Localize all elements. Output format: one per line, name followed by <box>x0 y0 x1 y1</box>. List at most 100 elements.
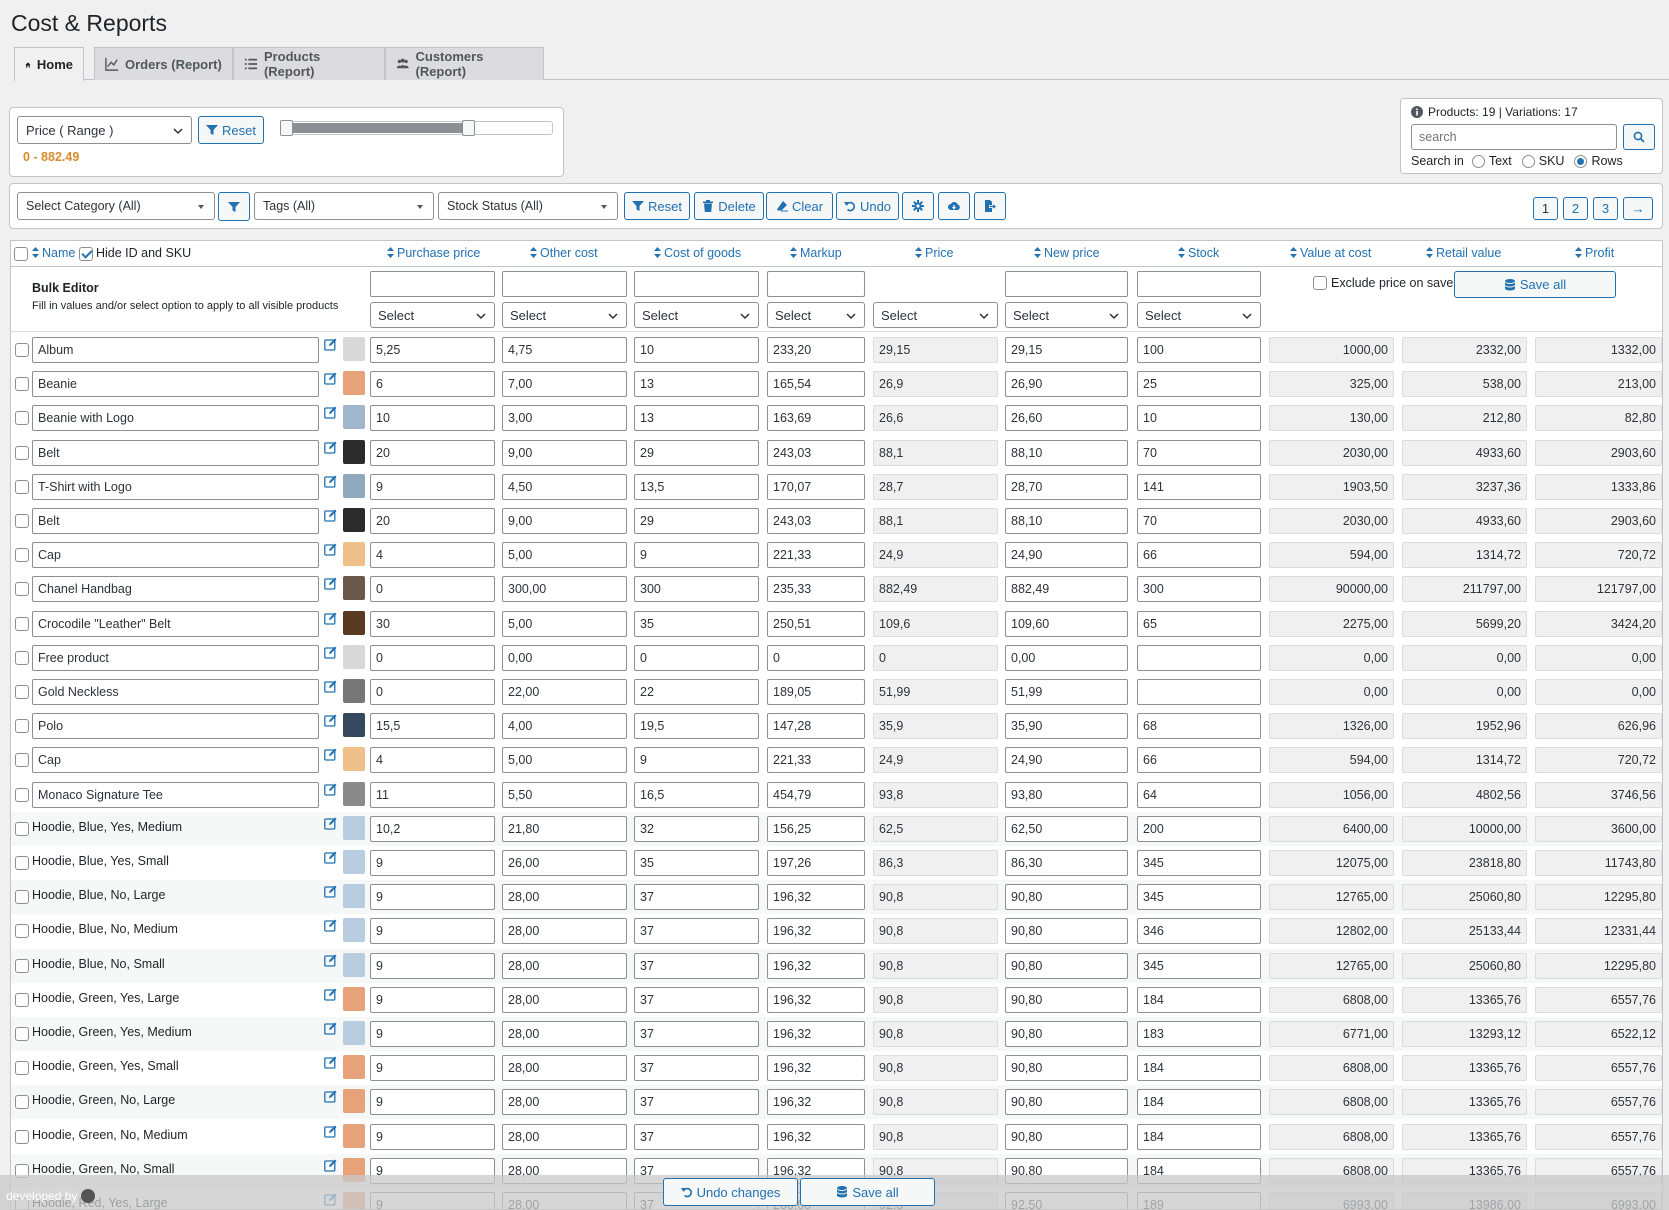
product-name[interactable]: Cap <box>32 542 319 569</box>
purchase-price-input[interactable]: 4 <box>370 542 495 569</box>
stock-input[interactable]: 70 <box>1137 439 1261 466</box>
row-checkbox[interactable] <box>15 1027 29 1041</box>
markup-input[interactable]: 196,32 <box>767 1089 865 1116</box>
stock-input[interactable]: 66 <box>1137 542 1261 569</box>
next-page-button[interactable]: → <box>1623 197 1653 220</box>
row-checkbox[interactable] <box>15 514 29 528</box>
other-cost-input[interactable]: 26,00 <box>502 850 627 876</box>
stock-input[interactable]: 345 <box>1137 850 1261 876</box>
other-cost-input[interactable]: 9,00 <box>502 439 627 466</box>
col-new-price-header[interactable]: New price <box>1034 246 1100 260</box>
apply-filter-button[interactable] <box>218 192 250 221</box>
cost-of-goods-input[interactable]: 13 <box>634 371 759 398</box>
cost-of-goods-input[interactable]: 0 <box>634 644 759 671</box>
cost-of-goods-input[interactable]: 9 <box>634 542 759 569</box>
bulk-other-cost-input[interactable] <box>502 271 627 297</box>
cost-of-goods-input[interactable]: 300 <box>634 576 759 603</box>
price-reset-button[interactable]: Reset <box>198 116 264 144</box>
other-cost-input[interactable]: 4,75 <box>502 337 627 363</box>
purchase-price-input[interactable]: 4 <box>370 747 495 774</box>
edit-icon[interactable] <box>324 406 337 420</box>
other-cost-input[interactable]: 28,00 <box>502 884 627 911</box>
stock-input[interactable]: 25 <box>1137 371 1261 398</box>
row-checkbox[interactable] <box>15 548 29 563</box>
col-markup-header[interactable]: Markup <box>790 246 842 260</box>
col-cost-of-goods-header[interactable]: Cost of goods <box>654 246 741 260</box>
product-name[interactable]: Album <box>32 337 319 363</box>
tab-orders-report[interactable]: Orders (Report) <box>94 47 233 80</box>
page-2-button[interactable]: 2 <box>1563 197 1588 220</box>
markup-input[interactable]: 196,32 <box>767 1021 865 1047</box>
purchase-price-input[interactable]: 10,2 <box>370 815 495 842</box>
hide-id-sku-checkbox[interactable] <box>79 247 93 261</box>
stock-input[interactable]: 10 <box>1137 405 1261 432</box>
row-checkbox[interactable] <box>15 582 29 597</box>
edit-icon[interactable] <box>324 988 337 1001</box>
stock-input[interactable]: 346 <box>1137 918 1261 945</box>
product-name[interactable]: Belt <box>32 508 319 534</box>
stock-input[interactable]: 300 <box>1137 576 1261 603</box>
other-cost-input[interactable]: 3,00 <box>502 405 627 432</box>
new-price-input[interactable]: 88,10 <box>1005 439 1128 466</box>
col-stock-header[interactable]: Stock <box>1178 246 1219 260</box>
row-checkbox[interactable] <box>15 1129 29 1144</box>
cost-of-goods-input[interactable]: 22 <box>634 679 759 705</box>
edit-icon[interactable] <box>324 919 337 933</box>
markup-input[interactable]: 197,26 <box>767 850 865 876</box>
stock-status-select[interactable]: Stock Status (All) <box>438 192 618 220</box>
select-all-checkbox[interactable] <box>14 247 28 261</box>
new-price-input[interactable]: 88,10 <box>1005 508 1128 534</box>
purchase-price-input[interactable]: 9 <box>370 986 495 1013</box>
edit-icon[interactable] <box>324 509 337 522</box>
bulk-stock-input[interactable] <box>1137 271 1261 297</box>
product-name[interactable]: Gold Neckless <box>32 679 319 705</box>
stock-input[interactable]: 68 <box>1137 713 1261 740</box>
row-checkbox[interactable] <box>15 719 29 734</box>
clear-button[interactable]: Clear <box>766 192 833 220</box>
purchase-price-input[interactable]: 0 <box>370 679 495 705</box>
bulk-purchase-price-input[interactable] <box>370 271 495 297</box>
bulk-new-price-input[interactable] <box>1005 271 1128 297</box>
other-cost-input[interactable]: 5,00 <box>502 747 627 774</box>
other-cost-input[interactable]: 22,00 <box>502 679 627 705</box>
new-price-input[interactable]: 26,60 <box>1005 405 1128 432</box>
save-all-button[interactable]: Save all <box>800 1178 935 1206</box>
purchase-price-input[interactable]: 9 <box>370 473 495 500</box>
filters-reset-button[interactable]: Reset <box>624 192 690 220</box>
other-cost-input[interactable]: 28,00 <box>502 1089 627 1116</box>
stock-input[interactable]: 183 <box>1137 1021 1261 1047</box>
row-checkbox[interactable] <box>15 856 29 870</box>
row-checkbox[interactable] <box>15 445 29 460</box>
new-price-input[interactable]: 90,80 <box>1005 1055 1128 1082</box>
row-checkbox[interactable] <box>15 616 29 631</box>
markup-input[interactable]: 454,79 <box>767 781 865 808</box>
other-cost-input[interactable]: 28,00 <box>502 986 627 1013</box>
purchase-price-input[interactable]: 30 <box>370 610 495 637</box>
edit-icon[interactable] <box>324 954 337 967</box>
cost-of-goods-input[interactable]: 35 <box>634 850 759 876</box>
new-price-input[interactable]: 90,80 <box>1005 952 1128 979</box>
other-cost-input[interactable]: 28,00 <box>502 1123 627 1150</box>
bulk-price-select[interactable]: Select <box>873 302 998 328</box>
edit-icon[interactable] <box>324 748 337 762</box>
cost-of-goods-input[interactable]: 16,5 <box>634 781 759 808</box>
markup-input[interactable]: 243,03 <box>767 508 865 534</box>
edit-icon[interactable] <box>324 577 337 591</box>
other-cost-input[interactable]: 21,80 <box>502 815 627 842</box>
other-cost-input[interactable]: 5,50 <box>502 781 627 808</box>
purchase-price-input[interactable]: 10 <box>370 405 495 432</box>
other-cost-input[interactable]: 4,00 <box>502 713 627 740</box>
markup-input[interactable]: 156,25 <box>767 815 865 842</box>
cost-of-goods-input[interactable]: 37 <box>634 986 759 1013</box>
purchase-price-input[interactable]: 9 <box>370 1055 495 1082</box>
purchase-price-input[interactable]: 0 <box>370 576 495 603</box>
other-cost-input[interactable]: 5,00 <box>502 542 627 569</box>
cost-of-goods-input[interactable]: 29 <box>634 508 759 534</box>
purchase-price-input[interactable]: 20 <box>370 508 495 534</box>
edit-icon[interactable] <box>324 1125 337 1138</box>
other-cost-input[interactable]: 4,50 <box>502 473 627 500</box>
price-range-slider[interactable] <box>280 120 553 136</box>
cost-of-goods-input[interactable]: 37 <box>634 1055 759 1082</box>
markup-input[interactable]: 233,20 <box>767 337 865 363</box>
cost-of-goods-input[interactable]: 32 <box>634 815 759 842</box>
